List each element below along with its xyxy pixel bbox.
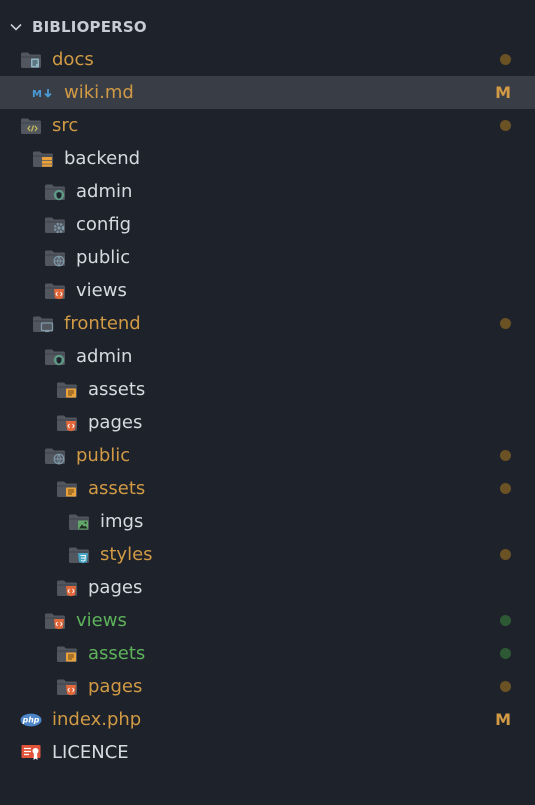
tree-item-label: index.php <box>52 709 142 730</box>
folder-views-icon <box>56 677 78 697</box>
tree-item-assets[interactable]: assets <box>0 373 535 406</box>
svg-text:php: php <box>22 715 40 724</box>
file-explorer: BIBLIOPERSO docs Mwiki.md Msrc backend admin… <box>0 0 535 805</box>
folder-views-icon <box>56 413 78 433</box>
tree-item-label: styles <box>100 544 153 565</box>
folder-images-icon <box>68 512 90 532</box>
git-status-dot-mark <box>500 483 511 494</box>
tree-item-label: admin <box>76 346 133 367</box>
git-status-dot-mark <box>500 120 511 131</box>
tree-item-public[interactable]: public <box>0 241 535 274</box>
tree-item-wiki-md[interactable]: Mwiki.md M <box>0 76 535 109</box>
explorer-title: BIBLIOPERSO <box>32 17 147 36</box>
git-status-dot <box>500 670 511 703</box>
tree-item-label: admin <box>76 181 133 202</box>
git-status-dot-mark <box>500 549 511 560</box>
file-tree: docs Mwiki.md Msrc backend admin config public… <box>0 43 535 769</box>
tree-item-index-php[interactable]: php index.php M <box>0 703 535 736</box>
tree-item-label: pages <box>88 577 143 598</box>
folder-admin-icon <box>44 182 66 202</box>
tree-item-label: frontend <box>64 313 141 334</box>
tree-item-views[interactable]: views <box>0 274 535 307</box>
git-status-dot-mark <box>500 648 511 659</box>
git-status-dot-mark <box>500 54 511 65</box>
folder-views-icon <box>44 281 66 301</box>
tree-item-label: LICENCE <box>52 742 129 763</box>
tree-item-label: views <box>76 610 127 631</box>
tree-item-docs[interactable]: docs <box>0 43 535 76</box>
git-status-badge: M <box>495 710 511 729</box>
tree-item-label: src <box>52 115 79 136</box>
tree-item-assets[interactable]: assets <box>0 637 535 670</box>
tree-item-label: backend <box>64 148 141 169</box>
tree-item-label: assets <box>88 478 146 499</box>
git-status-dot <box>500 109 511 142</box>
folder-src-icon <box>20 116 42 136</box>
folder-public-icon <box>44 248 66 268</box>
chevron-down-icon <box>10 23 22 31</box>
tree-item-pages[interactable]: pages <box>0 670 535 703</box>
tree-item-label: docs <box>52 49 94 70</box>
tree-item-label: wiki.md <box>64 82 134 103</box>
svg-text:M: M <box>32 89 42 100</box>
folder-config-icon <box>44 215 66 235</box>
git-status-dot <box>500 472 511 505</box>
folder-assets-icon <box>56 380 78 400</box>
folder-client-icon <box>32 314 54 334</box>
git-status-dot-mark <box>500 681 511 692</box>
git-status-dot <box>500 637 511 670</box>
tree-item-imgs[interactable]: imgs <box>0 505 535 538</box>
tree-item-licence[interactable]: LICENCE <box>0 736 535 769</box>
git-status-dot <box>500 604 511 637</box>
tree-item-frontend[interactable]: frontend <box>0 307 535 340</box>
git-status-dot-mark <box>500 450 511 461</box>
tree-item-label: public <box>76 247 131 268</box>
tree-item-assets[interactable]: assets <box>0 472 535 505</box>
git-status-dot <box>500 43 511 76</box>
tree-item-pages[interactable]: pages <box>0 571 535 604</box>
tree-item-label: assets <box>88 379 146 400</box>
tree-item-admin[interactable]: admin <box>0 340 535 373</box>
tree-item-config[interactable]: config <box>0 208 535 241</box>
folder-admin-icon <box>44 347 66 367</box>
git-status-dot <box>500 538 511 571</box>
tree-item-admin[interactable]: admin <box>0 175 535 208</box>
folder-views-icon <box>56 578 78 598</box>
tree-item-backend[interactable]: backend <box>0 142 535 175</box>
tree-item-src[interactable]: src <box>0 109 535 142</box>
folder-views-icon <box>44 611 66 631</box>
license-icon <box>20 743 42 763</box>
tree-item-label: assets <box>88 643 146 664</box>
tree-item-label: views <box>76 280 127 301</box>
tree-item-label: config <box>76 214 132 235</box>
folder-public-icon <box>44 446 66 466</box>
tree-item-styles[interactable]: styles <box>0 538 535 571</box>
markdown-icon: M <box>32 83 54 103</box>
tree-item-label: pages <box>88 676 143 697</box>
explorer-section-header[interactable]: BIBLIOPERSO <box>0 10 535 43</box>
git-status-dot-mark <box>500 615 511 626</box>
tree-item-label: pages <box>88 412 143 433</box>
php-icon: php <box>20 710 42 730</box>
tree-item-views[interactable]: views <box>0 604 535 637</box>
folder-server-icon <box>32 149 54 169</box>
folder-assets-icon <box>56 644 78 664</box>
tree-item-pages[interactable]: pages <box>0 406 535 439</box>
folder-assets-icon <box>56 479 78 499</box>
tree-item-label: public <box>76 445 131 466</box>
folder-docs-icon <box>20 50 42 70</box>
folder-css-icon <box>68 545 90 565</box>
git-status-dot <box>500 439 511 472</box>
git-status-dot <box>500 307 511 340</box>
tree-item-public[interactable]: public <box>0 439 535 472</box>
git-status-dot-mark <box>500 318 511 329</box>
tree-item-label: imgs <box>100 511 144 532</box>
git-status-badge: M <box>495 83 511 102</box>
